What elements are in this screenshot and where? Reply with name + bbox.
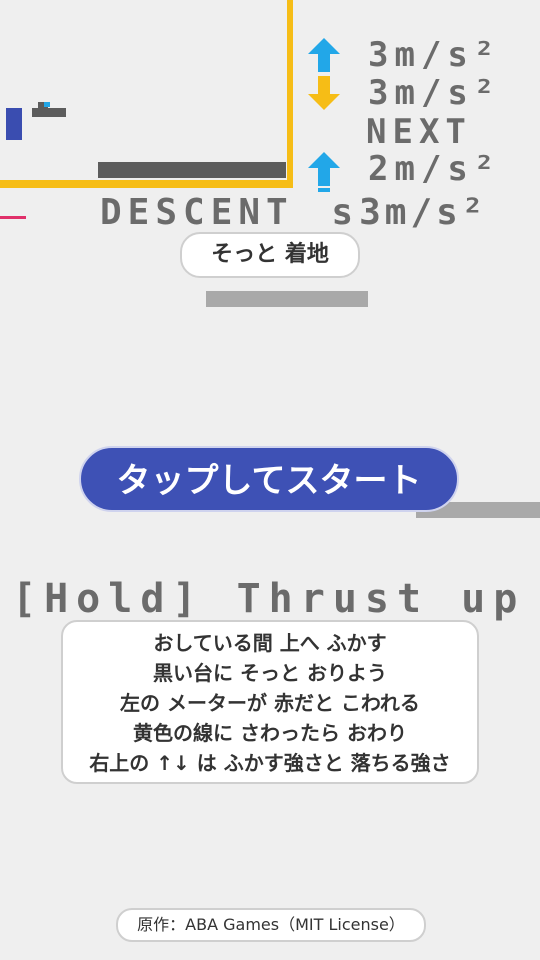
descent-label: DESCENT xyxy=(100,192,294,233)
hud-next-thrust-row: 2m/s² xyxy=(306,149,540,189)
next-gravity-value: 3m/s² xyxy=(359,192,488,233)
instruction-line: 左の メーターが 赤だと こわれる xyxy=(120,691,420,715)
lander-ship xyxy=(32,100,66,120)
hold-thrust-label: [Hold] Thrust up xyxy=(12,576,526,622)
instruction-line: 黄色の線に さわったら おわり xyxy=(133,721,407,745)
up-arrow-icon xyxy=(308,152,340,186)
up-arrow-icon xyxy=(308,38,340,72)
thrust-value: 3m/s² xyxy=(368,35,501,75)
velocity-meter xyxy=(6,108,22,140)
instruction-line: おしている間 上へ ふかす xyxy=(153,631,387,655)
credit-link[interactable]: 原作：ABA Games（MIT License） xyxy=(116,908,426,942)
descent-readout: DESCENT s3m/s² xyxy=(100,192,487,233)
gray-bar xyxy=(206,291,368,307)
next-thrust-value: 2m/s² xyxy=(368,149,501,189)
hud-thrust-row: 3m/s² xyxy=(306,35,540,75)
hint-bubble: そっと 着地 xyxy=(180,232,360,278)
gravity-value: 3m/s² xyxy=(368,73,501,113)
instructions-panel: おしている間 上へ ふかす 黒い台に そっと おりよう 左の メーターが 赤だと… xyxy=(61,620,479,784)
next-label: NEXT xyxy=(366,112,472,152)
ship-cockpit xyxy=(44,102,50,107)
danger-marker xyxy=(0,216,26,219)
down-arrow-icon xyxy=(308,76,340,110)
ship-body xyxy=(32,108,66,117)
instruction-line: 黒い台に そっと おりよう xyxy=(153,661,387,685)
descent-unit: s xyxy=(331,192,360,233)
landing-pad xyxy=(98,162,286,178)
instruction-line: 右上の ↑↓ は ふかす強さと 落ちる強さ xyxy=(89,751,451,775)
start-button[interactable]: タップしてスタート xyxy=(79,446,459,512)
yellow-boundary-horizontal xyxy=(0,180,293,188)
hud-gravity-row: 3m/s² xyxy=(306,73,540,113)
yellow-boundary-vertical xyxy=(287,0,293,188)
